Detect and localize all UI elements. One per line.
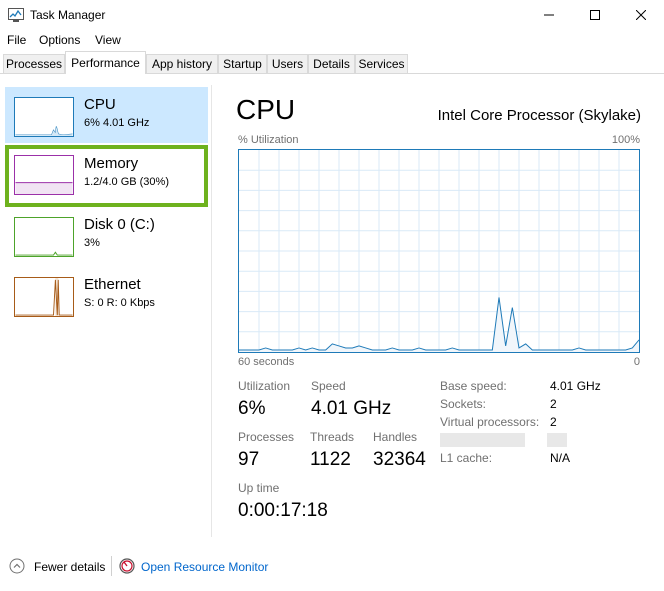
sockets-label: Sockets: (440, 397, 487, 411)
tab-users[interactable]: Users (267, 54, 308, 73)
uptime-value: 0:00:17:18 (238, 500, 328, 521)
base-speed-label: Base speed: (440, 379, 507, 393)
utilization-label: Utilization (238, 379, 291, 393)
utilization-value: 6% (238, 398, 266, 419)
maximize-icon (590, 10, 600, 20)
tab-services[interactable]: Services (355, 54, 408, 73)
sockets-value: 2 (550, 397, 557, 411)
uptime-label: Up time (238, 481, 280, 495)
tab-details[interactable]: Details (308, 54, 355, 73)
memory-thumbnail-graph (14, 155, 74, 195)
virtual-processors-label: Virtual processors: (440, 415, 540, 429)
threads-value: 1122 (310, 449, 351, 470)
graph-ymax-label: 100% (611, 134, 640, 146)
title-bar: Task Manager (0, 0, 664, 30)
processes-value: 97 (238, 449, 260, 470)
sidebar-divider (211, 85, 212, 537)
sidebar-item-disk[interactable]: Disk 0 (C:) 3% (5, 207, 208, 263)
maximize-button[interactable] (572, 0, 618, 30)
graph-ylabel: % Utilization (238, 134, 299, 146)
window-title: Task Manager (30, 8, 106, 22)
virtual-processors-value: 2 (550, 415, 557, 429)
redacted-value (547, 433, 567, 447)
tab-processes[interactable]: Processes (3, 54, 65, 73)
tab-startup[interactable]: Startup (218, 54, 267, 73)
sidebar-item-memory-detail: 1.2/4.0 GB (30%) (84, 176, 169, 188)
minimize-button[interactable] (526, 0, 572, 30)
menu-view[interactable]: View (95, 33, 121, 47)
sidebar-item-ethernet-detail: S: 0 R: 0 Kbps (84, 297, 155, 309)
graph-xmin-label: 0 (633, 356, 640, 368)
sidebar-item-ethernet[interactable]: Ethernet S: 0 R: 0 Kbps (5, 267, 208, 323)
sidebar-item-memory[interactable]: Memory 1.2/4.0 GB (30%) (5, 145, 208, 207)
speed-value: 4.01 GHz (311, 398, 392, 419)
minimize-icon (544, 14, 554, 16)
task-manager-icon (8, 8, 24, 22)
sidebar-item-cpu-detail: 6% 4.01 GHz (84, 117, 150, 129)
page-title: CPU (236, 94, 296, 125)
resource-monitor-icon[interactable] (119, 558, 135, 574)
cpu-model: Intel Core Processor (Skylake) (437, 107, 641, 124)
l1-cache-value: N/A (550, 451, 571, 465)
speed-label: Speed (311, 379, 346, 393)
base-speed-value: 4.01 GHz (550, 379, 601, 393)
disk-thumbnail-graph (14, 217, 74, 257)
sidebar-item-memory-name: Memory (84, 155, 139, 172)
processes-label: Processes (238, 430, 295, 444)
redacted-label (440, 433, 525, 447)
cpu-utilization-graph (238, 149, 640, 353)
tab-performance[interactable]: Performance (65, 51, 146, 74)
close-button[interactable] (618, 0, 664, 30)
sidebar-item-cpu[interactable]: CPU 6% 4.01 GHz (5, 87, 208, 143)
menu-options[interactable]: Options (39, 33, 80, 47)
footer-divider (111, 556, 112, 576)
close-icon (636, 10, 646, 20)
graph-xlabel: 60 seconds (238, 356, 295, 368)
open-resource-monitor-link[interactable]: Open Resource Monitor (141, 560, 268, 574)
cpu-thumbnail-graph (14, 97, 74, 137)
threads-label: Threads (310, 430, 355, 444)
menu-bar: File Options View (0, 30, 664, 50)
l1-cache-label: L1 cache: (440, 451, 493, 465)
sidebar-item-cpu-name: CPU (84, 96, 116, 113)
handles-label: Handles (373, 430, 418, 444)
sidebar-item-disk-name: Disk 0 (C:) (84, 216, 155, 233)
ethernet-thumbnail-graph (14, 277, 74, 317)
menu-file[interactable]: File (7, 33, 26, 47)
sidebar-item-disk-detail: 3% (84, 237, 100, 249)
sidebar-item-ethernet-name: Ethernet (84, 276, 141, 293)
tab-app-history[interactable]: App history (146, 54, 218, 73)
fewer-details-chevron-icon[interactable] (9, 558, 25, 574)
handles-value: 32364 (373, 449, 426, 470)
fewer-details-link[interactable]: Fewer details (34, 560, 105, 574)
